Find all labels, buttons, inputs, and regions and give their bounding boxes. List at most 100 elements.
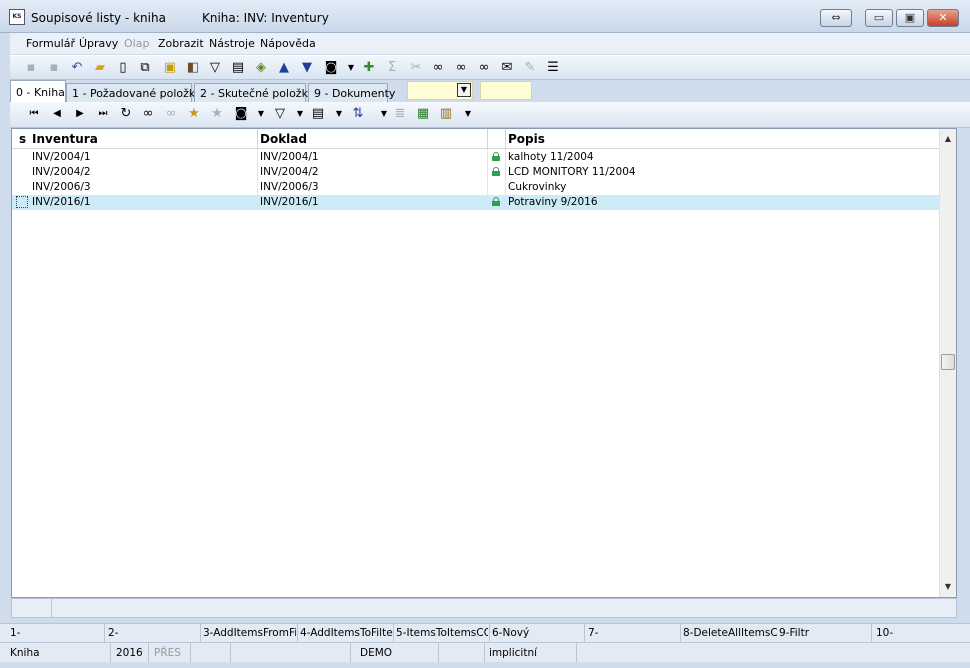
export-icon[interactable]: ▤ — [310, 106, 326, 122]
chevron-down-icon[interactable]: ▼ — [457, 83, 471, 97]
undo-icon[interactable]: ↶ — [69, 60, 85, 76]
remove-favorite-icon: ★ — [211, 106, 223, 121]
binoculars-next-icon[interactable]: ∞ — [476, 60, 492, 76]
table-row[interactable]: INV/2004/2 INV/2004/2 LCD MONITORY 11/20… — [12, 165, 939, 180]
fkey-2[interactable]: 2- — [108, 627, 198, 639]
menu-icon[interactable]: ☰ — [545, 60, 561, 76]
lock-icon[interactable]: ▣ — [162, 60, 178, 76]
status-module: Kniha — [10, 647, 40, 659]
divider — [680, 624, 681, 643]
mail-icon[interactable]: ✉ — [499, 60, 515, 76]
scroll-up-icon[interactable]: ▲ — [940, 131, 956, 147]
next-record-icon[interactable]: ▶ — [72, 106, 88, 122]
column-divider[interactable] — [505, 129, 506, 149]
menu-zobrazit[interactable]: Zobrazit — [158, 37, 204, 50]
menu-upravy[interactable]: Úpravy — [79, 37, 118, 50]
fkey-4[interactable]: 4-AddItemsToFilter — [300, 627, 393, 639]
dropdown-arrow-icon[interactable]: ▼ — [292, 106, 308, 122]
menu-napoveda[interactable]: Nápověda — [260, 37, 316, 50]
cell-doklad: INV/2016/1 — [260, 196, 319, 208]
scroll-down-icon[interactable]: ▼ — [940, 579, 956, 595]
binoculars-icon[interactable]: ∞ — [430, 60, 446, 76]
divider — [438, 643, 439, 663]
book-title: Kniha: INV: Inventury — [202, 11, 329, 25]
tab-skutecne-polozky[interactable]: 2 - Skutečné položky — [194, 83, 314, 102]
divider — [200, 624, 201, 643]
column-header-inventura[interactable]: Inventura — [32, 132, 98, 146]
table-row[interactable]: INV/2006/3 INV/2006/3 Cukrovinky — [12, 180, 939, 195]
close-button[interactable]: ✕ — [927, 9, 959, 27]
data-grid: s Inventura Doklad Popis INV/2004/1 INV/… — [11, 128, 957, 598]
column-header-popis[interactable]: Popis — [508, 132, 545, 146]
fkey-5[interactable]: 5-ItemsToItemsCO — [396, 627, 488, 639]
stack-icon[interactable]: ◈ — [253, 60, 269, 76]
restore-icon[interactable]: ⇔ — [820, 9, 852, 27]
dropdown-arrow-icon[interactable]: ▼ — [376, 106, 392, 122]
dropdown-arrow-icon[interactable]: ▼ — [460, 106, 476, 122]
cell-popis: kalhoty 11/2004 — [508, 151, 594, 163]
cell-doklad: INV/2006/3 — [260, 181, 319, 193]
scroll-thumb[interactable] — [941, 354, 955, 370]
divider — [350, 643, 351, 663]
tab-pozadovane-polozky[interactable]: 1 - Požadované položky — [66, 83, 201, 102]
move-down-icon[interactable]: ▼ — [299, 60, 315, 76]
last-record-icon[interactable]: ⏭ — [95, 106, 111, 122]
new-document-icon[interactable]: ▯ — [115, 60, 131, 76]
find-icon[interactable]: ∞ — [140, 106, 156, 122]
lock-icon — [492, 197, 500, 206]
open-folder-icon[interactable]: ▰ — [92, 60, 108, 76]
dropdown-arrow-icon[interactable]: ▼ — [343, 60, 359, 76]
copy-icon[interactable]: ⧉ — [137, 60, 153, 76]
tools-icon[interactable]: ✚ — [361, 60, 377, 76]
row-focus-marker — [16, 196, 28, 208]
fkey-10[interactable]: 10- — [876, 627, 966, 639]
filter-icon[interactable]: ▽ — [272, 106, 288, 122]
main-toolbar: ▪ ▪ ↶ ▰ ▯ ⧉ ▣ ◧ ▽ ▤ ◈ ▲ ▼ ◙ ▼ ✚ Σ ✂ ∞ ∞ … — [10, 55, 970, 80]
binoculars-filter-icon[interactable]: ∞ — [453, 60, 469, 76]
camera-icon[interactable]: ◙ — [233, 106, 249, 122]
sort-icon[interactable]: ⇅ — [350, 106, 366, 122]
fkey-3[interactable]: 3-AddItemsFromFil — [203, 627, 296, 639]
column-divider[interactable] — [257, 129, 258, 149]
menu-olap: Olap — [124, 37, 150, 50]
menu-nastroje[interactable]: Nástroje — [209, 37, 255, 50]
excel-icon[interactable]: ▦ — [415, 106, 431, 122]
dropdown-arrow-icon[interactable]: ▼ — [253, 106, 269, 122]
filter-document-icon[interactable]: ▤ — [230, 60, 246, 76]
menu-formular[interactable]: Formulář — [26, 37, 75, 50]
move-up-icon[interactable]: ▲ — [276, 60, 292, 76]
divider — [484, 643, 485, 663]
minimize-button[interactable]: ▭ — [865, 9, 893, 27]
dropdown-arrow-icon[interactable]: ▼ — [331, 106, 347, 122]
cell-inventura: INV/2004/1 — [32, 151, 91, 163]
cell-doklad: INV/2004/1 — [260, 151, 319, 163]
tab-kniha[interactable]: 0 - Kniha — [10, 80, 66, 102]
sum-icon: Σ — [387, 60, 397, 75]
vertical-scrollbar[interactable]: ▲ ▼ — [939, 129, 956, 597]
tab-dokumenty[interactable]: 9 - Dokumenty — [308, 83, 395, 102]
previous-record-icon[interactable]: ◀ — [49, 106, 65, 122]
column-header-doklad[interactable]: Doklad — [260, 132, 307, 146]
tab-extra-field[interactable] — [480, 81, 532, 100]
filter-icon[interactable]: ▽ — [207, 60, 223, 76]
column-header-s[interactable]: s — [19, 132, 26, 146]
book-icon[interactable]: ◧ — [185, 60, 201, 76]
table-row[interactable]: INV/2004/1 INV/2004/1 kalhoty 11/2004 — [12, 150, 939, 165]
fkey-7[interactable]: 7- — [588, 627, 678, 639]
cell-inventura: INV/2006/3 — [32, 181, 91, 193]
lock-icon — [492, 152, 500, 161]
fkey-8[interactable]: 8-DeleteAllItemsCC — [683, 627, 777, 639]
add-favorite-icon[interactable]: ★ — [186, 106, 202, 122]
report-icon[interactable]: ▥ — [438, 106, 454, 122]
scissors-icon: ✂ — [410, 60, 422, 75]
refresh-icon[interactable]: ↻ — [118, 106, 134, 122]
summary-bar — [11, 598, 957, 618]
fkey-1[interactable]: 1- — [10, 627, 100, 639]
fkey-6[interactable]: 6-Nový — [492, 627, 582, 639]
maximize-button[interactable]: ▣ — [896, 9, 924, 27]
fkey-9[interactable]: 9-Filtr — [779, 627, 869, 639]
first-record-icon[interactable]: ⏮ — [26, 106, 42, 122]
camera-icon[interactable]: ◙ — [323, 60, 339, 76]
table-row-selected[interactable]: INV/2016/1 INV/2016/1 Potraviny 9/2016 — [12, 195, 939, 210]
column-divider[interactable] — [487, 129, 488, 149]
